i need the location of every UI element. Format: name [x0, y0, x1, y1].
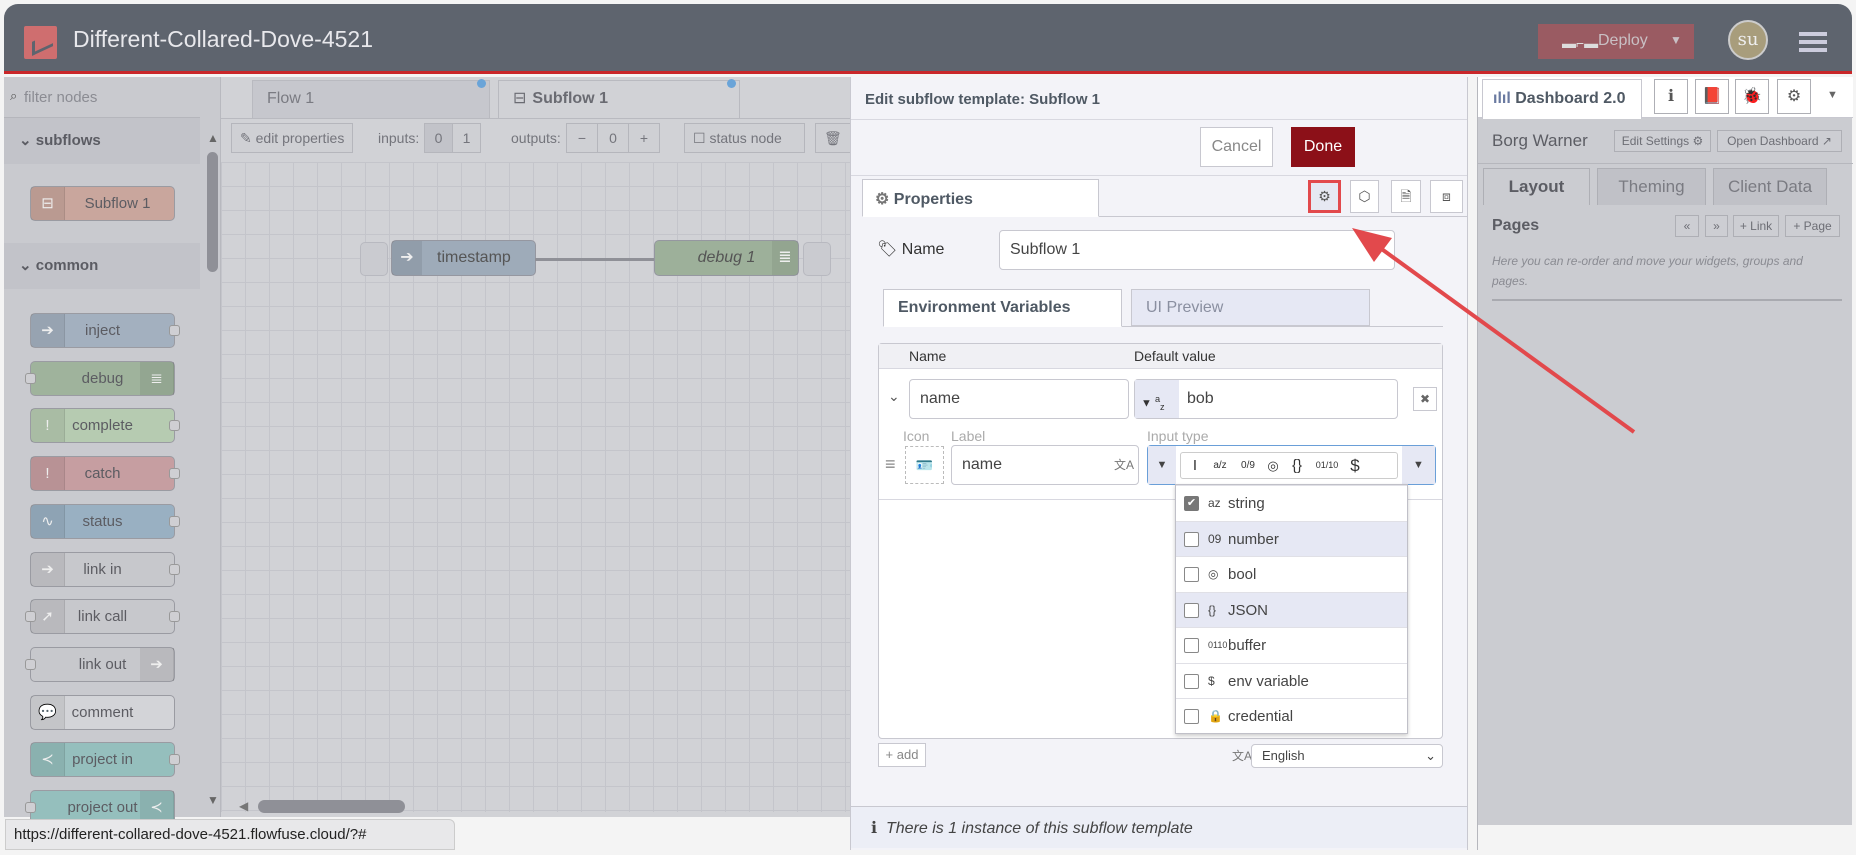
status-bar-url: https://different-collared-dove-4521.flo… [5, 819, 455, 850]
annotation-arrow [1352, 228, 1636, 434]
